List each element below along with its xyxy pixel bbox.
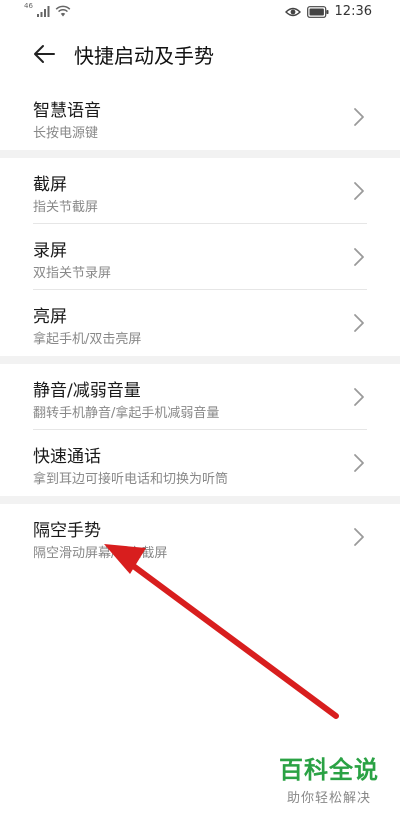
chevron-right-icon <box>354 454 364 472</box>
chevron-right-icon <box>354 314 364 332</box>
chevron-right-icon <box>354 248 364 266</box>
item-subtitle: 拿到耳边可接听电话和切换为听筒 <box>33 472 229 487</box>
chevron-right-icon <box>354 388 364 406</box>
watermark-title: 百科全说 <box>279 756 379 784</box>
item-subtitle: 拿起手机/双击亮屏 <box>33 332 142 347</box>
setting-item-mute-volume[interactable]: 静音/减弱音量 翻转手机静音/拿起手机减弱音量 <box>0 364 400 430</box>
back-button[interactable] <box>28 38 60 70</box>
settings-group: 静音/减弱音量 翻转手机静音/拿起手机减弱音量 快速通话 拿到耳边可接听电话和切… <box>0 364 400 496</box>
item-subtitle: 双指关节录屏 <box>33 266 112 281</box>
annotation-arrow-shaft <box>125 559 339 719</box>
watermark-subtitle: 助你轻松解决 <box>286 791 371 806</box>
item-subtitle: 隔空滑动屏幕/隔空截屏 <box>33 546 168 561</box>
chevron-right-icon <box>354 182 364 200</box>
app-bar: 快捷启动及手势 <box>0 30 400 78</box>
eye-comfort-icon <box>284 7 301 16</box>
item-title: 智慧语音 <box>33 101 101 121</box>
settings-group: 隔空手势 隔空滑动屏幕/隔空截屏 <box>0 504 400 570</box>
battery-icon <box>306 5 329 18</box>
watermark: 百科全说 助你轻松解决 <box>274 750 384 806</box>
chevron-right-icon <box>354 528 364 546</box>
network-type-label: 46 <box>24 2 33 10</box>
item-subtitle: 翻转手机静音/拿起手机减弱音量 <box>33 406 220 421</box>
signal-icon <box>36 6 50 17</box>
page-title: 快捷启动及手势 <box>74 44 214 68</box>
setting-item-quick-call[interactable]: 快速通话 拿到耳边可接听电话和切换为听筒 <box>0 430 400 496</box>
status-left: 46 <box>24 2 71 17</box>
item-title: 静音/减弱音量 <box>33 381 141 401</box>
group-separator <box>0 150 400 158</box>
item-subtitle: 长按电源键 <box>33 126 99 141</box>
item-title: 截屏 <box>33 175 67 195</box>
item-title: 亮屏 <box>33 307 67 327</box>
item-subtitle: 指关节截屏 <box>33 200 99 215</box>
settings-group: 截屏 指关节截屏 录屏 双指关节录屏 亮屏 拿起手机/双击亮屏 <box>0 158 400 356</box>
settings-list: 智慧语音 长按电源键 截屏 指关节截屏 录屏 双指关节录屏 亮屏 拿起手机/双击… <box>0 84 400 570</box>
status-time: 12:36 <box>334 4 372 19</box>
group-separator <box>0 496 400 504</box>
group-separator <box>0 356 400 364</box>
back-arrow-icon <box>34 45 55 63</box>
setting-item-smart-voice[interactable]: 智慧语音 长按电源键 <box>0 84 400 150</box>
item-title: 隔空手势 <box>33 521 101 541</box>
settings-group: 智慧语音 长按电源键 <box>0 84 400 150</box>
chevron-right-icon <box>354 108 364 126</box>
setting-item-air-gesture[interactable]: 隔空手势 隔空滑动屏幕/隔空截屏 <box>0 504 400 570</box>
status-right: 12:36 <box>284 4 372 19</box>
item-title: 录屏 <box>33 241 67 261</box>
setting-item-wake-screen[interactable]: 亮屏 拿起手机/双击亮屏 <box>0 290 400 356</box>
setting-item-screenshot[interactable]: 截屏 指关节截屏 <box>0 158 400 224</box>
setting-item-screen-record[interactable]: 录屏 双指关节录屏 <box>0 224 400 290</box>
item-title: 快速通话 <box>33 447 101 467</box>
wifi-icon <box>55 5 71 17</box>
status-bar: 46 12:36 <box>0 0 400 26</box>
